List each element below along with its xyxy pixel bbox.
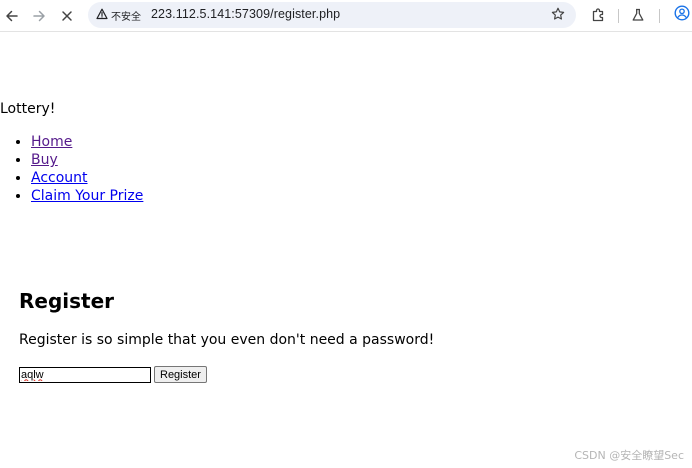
address-bar[interactable]: 不安全 223.112.5.141:57309/register.php <box>88 2 576 28</box>
toolbar-divider <box>659 9 660 23</box>
user-circle-icon <box>674 5 690 25</box>
arrow-right-icon <box>32 9 46 23</box>
nav-link-claim-prize[interactable]: Claim Your Prize <box>31 188 143 204</box>
nav-item-account: Account <box>31 169 143 187</box>
bookmark-button[interactable] <box>549 6 567 24</box>
register-description: Register is so simple that you even don'… <box>19 332 435 348</box>
security-label: 不安全 <box>111 11 141 23</box>
profile-button[interactable] <box>672 5 692 25</box>
nav-link-account[interactable]: Account <box>31 170 88 186</box>
watermark: CSDN @安全瞭望Sec <box>574 449 684 462</box>
nav-item-buy: Buy <box>31 151 143 169</box>
username-input[interactable] <box>19 366 151 383</box>
flask-icon <box>631 7 645 26</box>
security-indicator[interactable]: 不安全 <box>94 5 145 25</box>
browser-toolbar: 不安全 223.112.5.141:57309/register.php <box>0 0 692 32</box>
nav-item-claim-prize: Claim Your Prize <box>31 187 143 205</box>
nav-link-home[interactable]: Home <box>31 134 72 150</box>
arrow-left-icon <box>5 9 19 23</box>
main-nav: Home Buy Account Claim Your Prize <box>0 133 143 205</box>
back-button[interactable] <box>2 6 22 26</box>
forward-button[interactable] <box>29 6 49 26</box>
extensions-button[interactable] <box>588 6 608 26</box>
register-form: Register <box>19 366 207 383</box>
nav-link-buy[interactable]: Buy <box>31 152 58 168</box>
page-content: Lottery! Home Buy Account Claim Your Pri… <box>0 33 692 468</box>
close-icon <box>61 10 73 22</box>
site-title: Lottery! <box>0 101 56 117</box>
labs-button[interactable] <box>628 6 648 26</box>
register-button[interactable]: Register <box>154 366 207 383</box>
url-text[interactable]: 223.112.5.141:57309/register.php <box>151 7 340 21</box>
puzzle-icon <box>591 7 606 26</box>
register-heading: Register <box>19 289 115 313</box>
warning-triangle-icon <box>96 8 108 23</box>
nav-item-home: Home <box>31 133 143 151</box>
toolbar-divider <box>618 9 619 23</box>
star-icon <box>551 6 565 25</box>
stop-loading-button[interactable] <box>57 6 77 26</box>
